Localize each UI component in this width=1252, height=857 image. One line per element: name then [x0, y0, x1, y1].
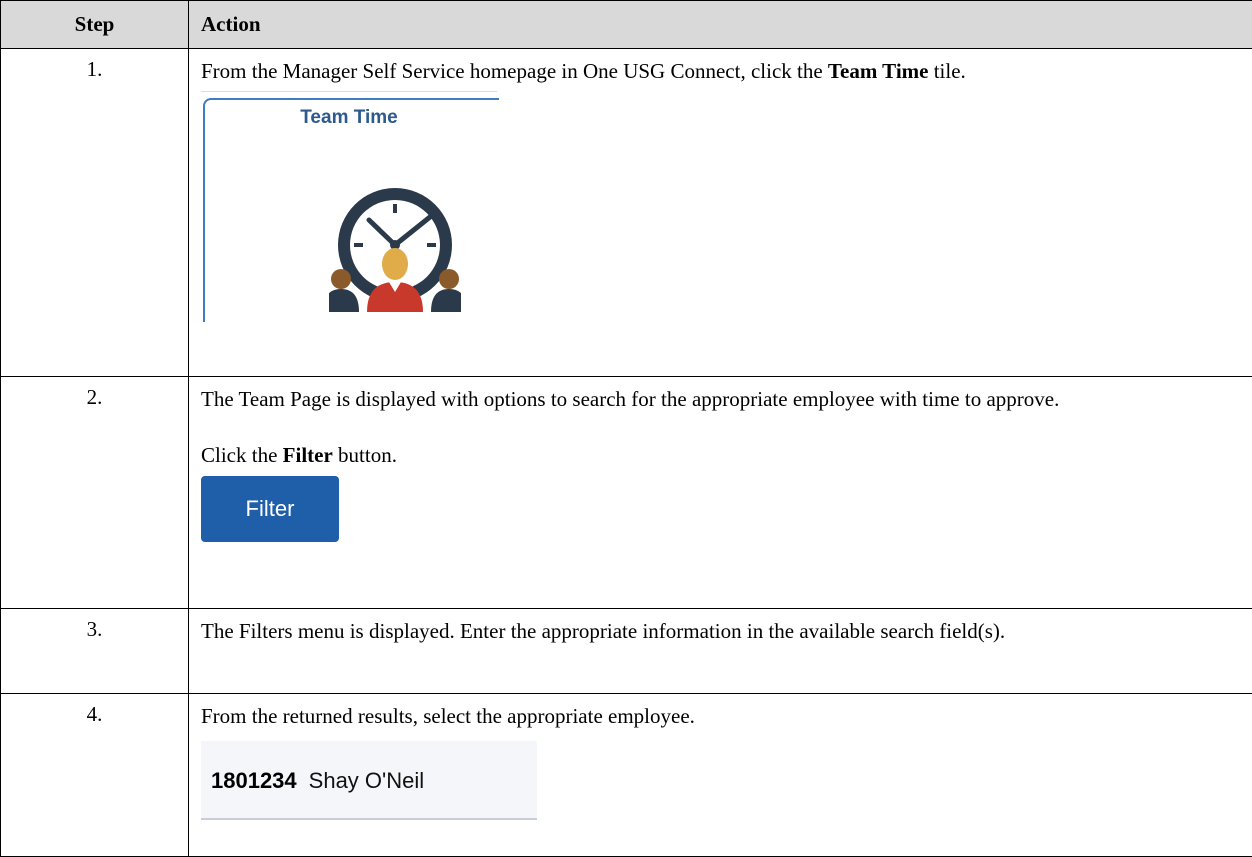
- instruction-text-part: button.: [333, 443, 397, 467]
- header-action: Action: [189, 1, 1252, 49]
- step-number: 4.: [1, 694, 189, 857]
- action-cell: The Filters menu is displayed. Enter the…: [189, 609, 1252, 694]
- instruction-bold: Team Time: [828, 59, 929, 83]
- employee-result-row[interactable]: 1801234 Shay O'Neil: [201, 741, 537, 820]
- instruction-bold: Filter: [283, 443, 333, 467]
- table-row: 2. The Team Page is displayed with optio…: [1, 377, 1252, 609]
- instruction-text: Click the Filter button.: [201, 441, 1228, 470]
- employee-id: 1801234: [211, 768, 297, 793]
- table-row: 1. From the Manager Self Service homepag…: [1, 49, 1252, 377]
- step-number: 3.: [1, 609, 189, 694]
- action-cell: The Team Page is displayed with options …: [189, 377, 1252, 609]
- table-row: 4. From the returned results, select the…: [1, 694, 1252, 857]
- clock-team-icon: [329, 184, 461, 312]
- action-cell: From the returned results, select the ap…: [189, 694, 1252, 857]
- employee-name: Shay O'Neil: [309, 768, 424, 793]
- instruction-text: The Filters menu is displayed. Enter the…: [201, 617, 1228, 646]
- filter-button[interactable]: Filter: [201, 476, 339, 542]
- team-time-tile[interactable]: Team Time: [201, 91, 497, 320]
- instruction-text-part: tile.: [928, 59, 965, 83]
- step-number: 2.: [1, 377, 189, 609]
- table-header-row: Step Action: [1, 1, 1252, 49]
- action-cell: From the Manager Self Service homepage i…: [189, 49, 1252, 377]
- step-number: 1.: [1, 49, 189, 377]
- instruction-text-part: Click the: [201, 443, 283, 467]
- instruction-text: From the Manager Self Service homepage i…: [201, 57, 1228, 86]
- description-text: The Team Page is displayed with options …: [201, 385, 1228, 414]
- procedure-table: Step Action 1. From the Manager Self Ser…: [0, 0, 1252, 857]
- header-step: Step: [1, 1, 189, 49]
- instruction-text: From the returned results, select the ap…: [201, 702, 1228, 731]
- tile-title: Team Time: [201, 107, 497, 129]
- table-row: 3. The Filters menu is displayed. Enter …: [1, 609, 1252, 694]
- instruction-text-part: From the Manager Self Service homepage i…: [201, 59, 828, 83]
